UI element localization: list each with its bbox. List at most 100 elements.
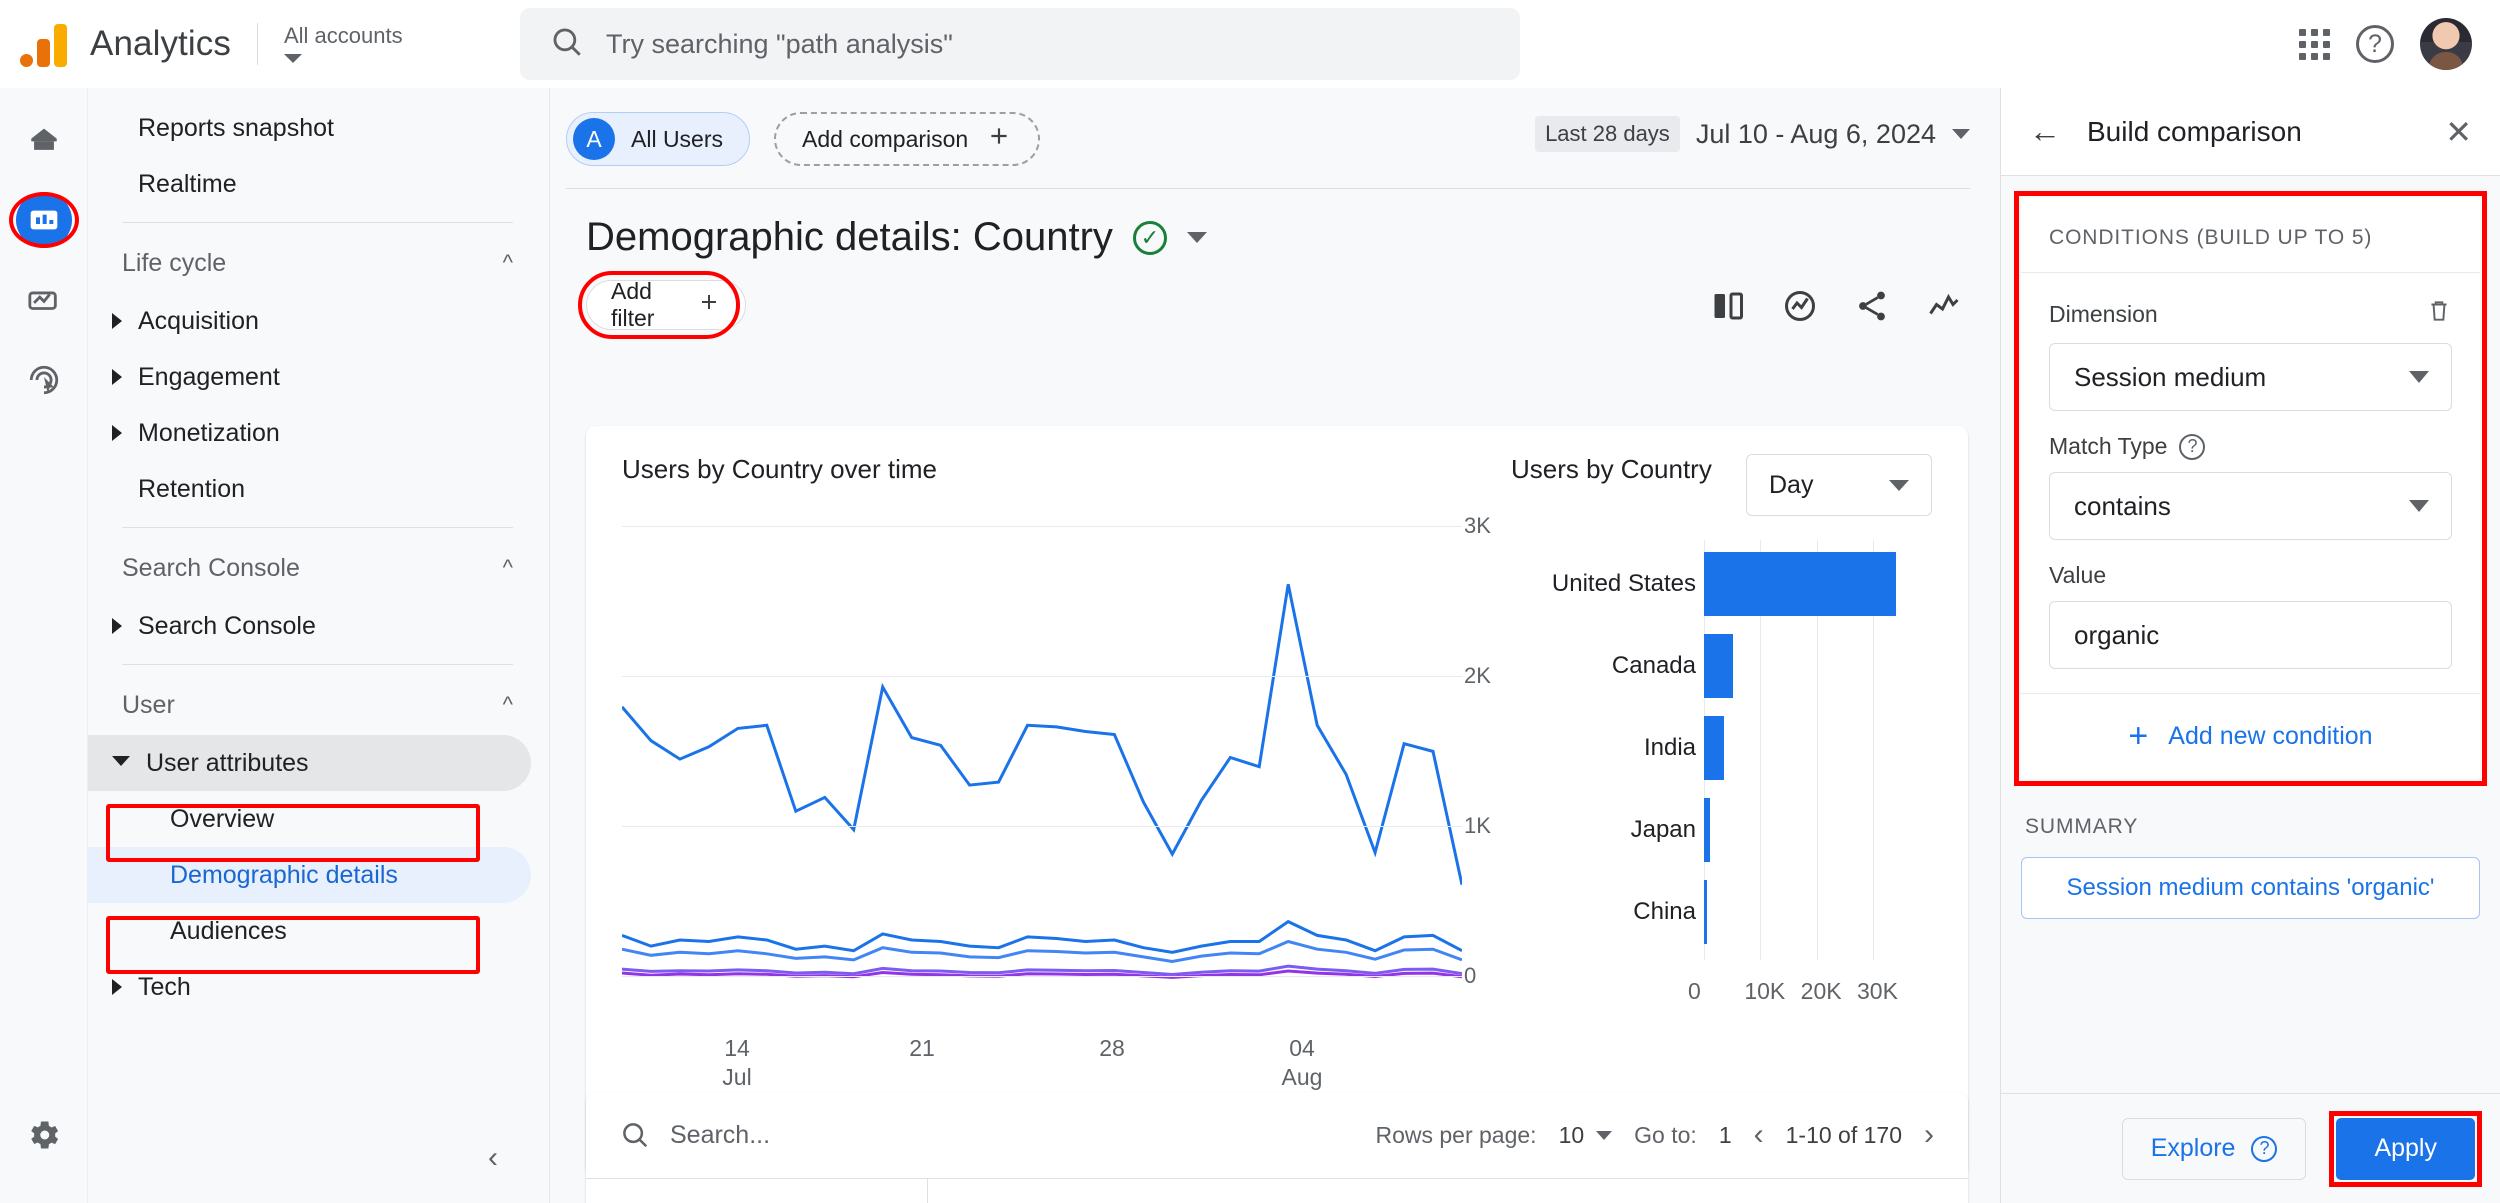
panel-header: ← Build comparison ✕ (2001, 88, 2500, 176)
table-metric-header-new-users[interactable]: New users (1101, 1179, 1274, 1203)
help-icon[interactable]: ? (2251, 1135, 2278, 1162)
trend-icon[interactable] (1926, 288, 1962, 329)
sidebar-item-label: Audiences (170, 916, 287, 945)
apply-button[interactable]: Apply (2336, 1117, 2475, 1180)
share-icon[interactable] (1854, 288, 1890, 329)
header-divider (256, 22, 258, 65)
explore-icon[interactable] (16, 272, 72, 328)
rows-per-page-select[interactable]: 10 (1559, 1122, 1613, 1149)
sidebar-item-label: Acquisition (138, 306, 259, 335)
nav-group-life-cycle[interactable]: Life cycle ^ (88, 233, 549, 293)
comparison-chip-all-users[interactable]: A All Users (566, 112, 751, 166)
page-title: Demographic details: Country (586, 215, 1113, 259)
nav-divider (122, 664, 513, 665)
bar-row[interactable]: Japan (1486, 798, 1710, 862)
advertising-icon[interactable] (16, 352, 72, 408)
reports-icon[interactable] (8, 192, 79, 248)
chevron-up-icon[interactable]: ^ (503, 555, 513, 581)
analytics-logo-icon (20, 21, 72, 67)
chevron-right-icon (112, 369, 122, 385)
account-picker[interactable]: All accounts (283, 24, 403, 64)
value-input[interactable]: organic (2049, 601, 2452, 669)
bar-category-label: China (1633, 898, 1696, 925)
bar-fill (1704, 716, 1724, 780)
panel-title: Build comparison (2087, 115, 2302, 147)
x-tick-month: Aug (1281, 1063, 1323, 1090)
sidebar-item-label: Overview (170, 804, 275, 833)
table-metric-header-engaged-sessions[interactable]: Engaged sessions (1275, 1179, 1448, 1203)
plus-icon: + (2128, 716, 2149, 755)
sidebar-item-overview[interactable]: Overview (88, 791, 531, 847)
apps-grid-icon[interactable] (2299, 28, 2330, 60)
line-chart[interactable]: 3K 2K 1K 0 (622, 513, 1491, 1026)
insights-icon[interactable] (1782, 288, 1818, 329)
granularity-select[interactable]: Day (1746, 454, 1932, 516)
chevron-up-icon[interactable]: ^ (503, 692, 513, 718)
top-app-bar: Analytics All accounts ? (0, 0, 2500, 88)
line-chart-svg (622, 526, 1462, 986)
bar-row[interactable]: China (1486, 880, 1707, 944)
title-dropdown-icon[interactable] (1186, 232, 1207, 243)
nav-group-search-console[interactable]: Search Console ^ (88, 538, 549, 598)
explore-button[interactable]: Explore ? (2121, 1117, 2307, 1180)
home-icon[interactable] (16, 112, 72, 168)
chevron-right-icon (112, 618, 122, 634)
chevron-right-icon (112, 425, 122, 441)
sidebar-item-acquisition[interactable]: Acquisition (88, 293, 531, 349)
goto-label: Go to: (1634, 1121, 1697, 1148)
back-arrow-icon[interactable]: ← (2029, 113, 2061, 150)
sidebar-item-engagement[interactable]: Engagement (88, 349, 531, 405)
table-dimension-header[interactable]: Country + (586, 1179, 928, 1203)
gear-icon[interactable] (16, 1107, 72, 1163)
add-filter-wrap: Add filter (578, 271, 746, 339)
add-filter-label: Add filter (611, 278, 655, 331)
table-metric-header-avg-engagement[interactable]: Av engage (1795, 1179, 1968, 1203)
add-new-condition-button[interactable]: + Add new condition (2021, 693, 2480, 779)
sidebar-item-user-attributes[interactable]: User attributes (88, 735, 531, 791)
sidebar-item-retention[interactable]: Retention (88, 461, 531, 517)
search-input[interactable] (606, 28, 1456, 60)
date-range-picker[interactable]: Last 28 days Jul 10 - Aug 6, 2024 (1535, 116, 1970, 152)
nav-divider (122, 222, 513, 223)
help-icon[interactable]: ? (2179, 433, 2206, 460)
sidebar-item-demographic-details[interactable]: Demographic details (88, 847, 531, 903)
bar-row[interactable]: Canada (1486, 634, 1734, 698)
sidebar-item-tech[interactable]: Tech (88, 959, 531, 1015)
bar-row[interactable]: India (1486, 716, 1724, 780)
collapse-nav-button[interactable]: ‹ (488, 1141, 498, 1175)
nav-group-user[interactable]: User ^ (88, 675, 549, 735)
sidebar-item-monetization[interactable]: Monetization (88, 405, 531, 461)
dimension-select[interactable]: Session medium (2049, 343, 2452, 411)
help-icon[interactable]: ? (2356, 25, 2394, 63)
sidebar-item-reports-snapshot[interactable]: Reports snapshot (88, 100, 531, 156)
match-type-select[interactable]: contains (2049, 472, 2452, 540)
summary-chip[interactable]: Session medium contains 'organic' (2021, 857, 2480, 919)
table-metric-header-engaged-sessions-per-user[interactable]: Engaged sessions per user (1621, 1179, 1794, 1203)
avatar[interactable] (2420, 18, 2472, 70)
sidebar-item-search-console[interactable]: Search Console (88, 598, 531, 654)
compare-icon[interactable] (1710, 288, 1746, 329)
bar-category-label: Canada (1611, 652, 1696, 679)
chevron-up-icon[interactable]: ^ (503, 250, 513, 276)
nav-group-label: Search Console (122, 553, 300, 582)
table-metric-header-users[interactable]: ↓ Users (928, 1179, 1101, 1203)
goto-input[interactable]: 1 (1719, 1122, 1732, 1149)
bar-fill (1704, 634, 1734, 698)
close-icon[interactable]: ✕ (2445, 113, 2472, 151)
add-comparison-button[interactable]: Add comparison (774, 112, 1041, 166)
rows-per-page-value: 10 (1558, 1121, 1585, 1148)
sidebar-item-realtime[interactable]: Realtime (88, 156, 531, 212)
bar-row[interactable]: United States (1486, 552, 1896, 616)
bar-chart[interactable]: 0 10K 20K 30K United States Canada India Japan C… (1486, 526, 1926, 1046)
date-range-badge: Last 28 days (1535, 116, 1680, 152)
sidebar-item-audiences[interactable]: Audiences (88, 903, 531, 959)
global-search[interactable] (520, 8, 1520, 80)
table-metric-header-engagement-rate[interactable]: Engagement rate (1448, 1179, 1621, 1203)
table-search[interactable]: Search... (620, 1120, 770, 1150)
prev-page-button[interactable]: ‹ (1754, 1118, 1764, 1152)
next-page-button[interactable]: › (1924, 1118, 1934, 1152)
trash-icon[interactable] (2426, 297, 2452, 331)
add-filter-button[interactable]: Add filter (586, 278, 746, 331)
add-comparison-label: Add comparison (802, 125, 969, 152)
sidebar-nav: Reports snapshot Realtime Life cycle ^ A… (88, 88, 550, 1203)
